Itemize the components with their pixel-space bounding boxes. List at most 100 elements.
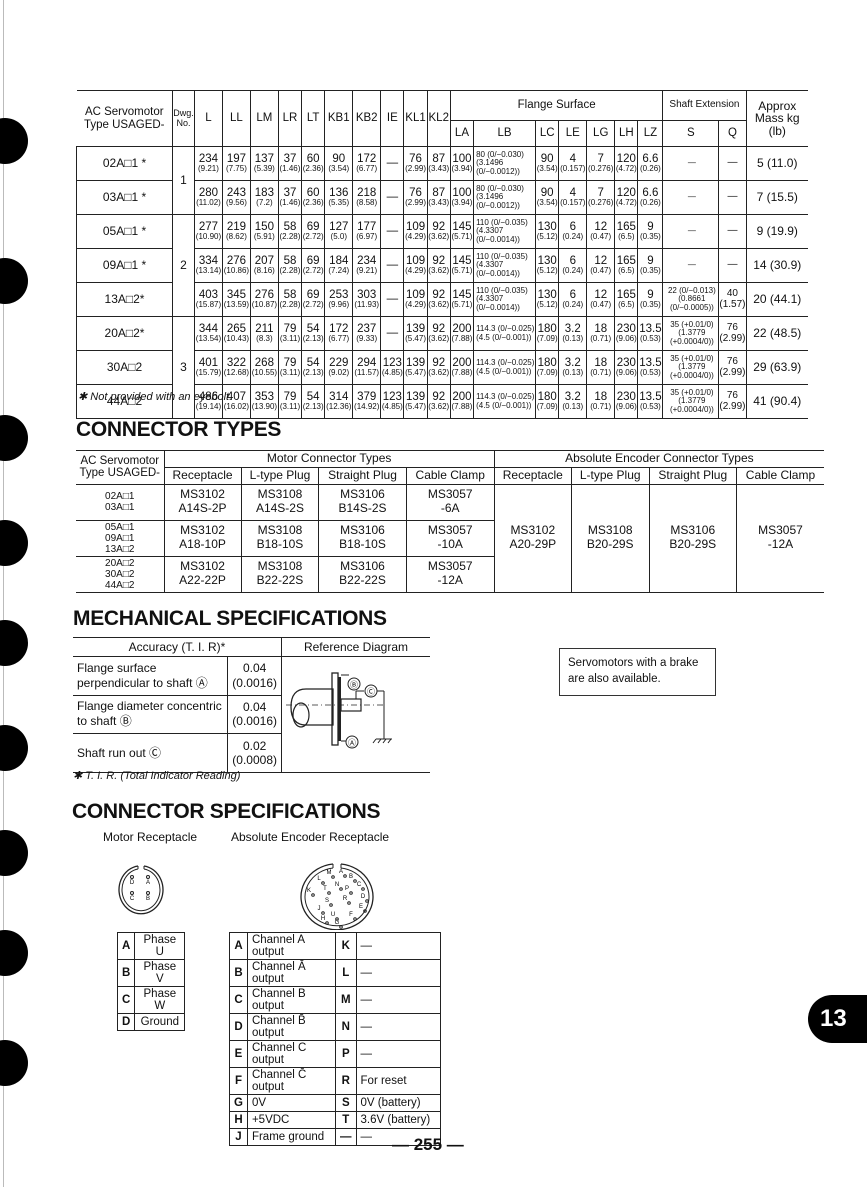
- pin-row: B Channel Ā output L —: [229, 959, 442, 987]
- dim-lb: 80 (0/−0.030) (3.1496 (0/−0.0012)): [473, 180, 537, 215]
- pin-signal: Channel B̄ output: [246, 1013, 337, 1041]
- connector-clamp: MS3057 -10A: [405, 519, 495, 557]
- motor-type: 09A□1: [105, 532, 135, 544]
- dim-lr: 79 (3.11): [277, 316, 303, 351]
- approx-mass: 9 (19.9): [745, 214, 808, 249]
- dim-lz: 13.5 (0.53): [637, 384, 664, 419]
- pin-hole-icon: [146, 875, 150, 879]
- col-header: LR: [277, 90, 303, 147]
- pin-hole-icon: [343, 874, 347, 878]
- dim-kb2: 172 (6.77): [352, 146, 382, 181]
- brake-note: Servomotors with a brake are also availa…: [559, 648, 716, 696]
- dim-kb2: 303 (11.93): [352, 282, 382, 317]
- dim-kl1: 139 (5.47): [403, 316, 428, 351]
- reference-diagram-header: Reference Diagram: [281, 637, 430, 657]
- pin-row: A Channel A output K —: [229, 932, 442, 960]
- motor-type: 44A□2: [105, 579, 135, 591]
- dim-lg: 7 (0.276): [586, 146, 616, 181]
- dim-lc: 130 (5.12): [535, 282, 560, 317]
- pin-hole-icon: [339, 887, 343, 891]
- pin-hole-icon: [311, 893, 315, 897]
- pin-letter: A: [229, 932, 248, 960]
- motor-type: 13A□2*: [76, 282, 173, 317]
- pin-hole-icon: [325, 921, 329, 925]
- pin-row: F Channel C̄ output R For reset: [229, 1067, 442, 1095]
- motor-type: 05A□1: [105, 521, 135, 533]
- dim-la: 200 (7.88): [449, 350, 475, 385]
- dim-lg: 12 (0.47): [586, 248, 616, 283]
- pin-row: D Ground: [116, 1013, 186, 1031]
- pin-hole-icon: [130, 875, 134, 879]
- col-header: LT: [301, 90, 326, 147]
- pin-hole-icon: [347, 901, 351, 905]
- dim-lr: 37 (1.46): [277, 146, 303, 181]
- pin-hole-icon: [130, 891, 134, 895]
- col-header: LG: [586, 120, 616, 147]
- pin-hole-icon: [339, 925, 343, 929]
- pin-signal: —: [355, 986, 442, 1014]
- pin-label: A: [339, 869, 343, 875]
- pin-signal: Channel A output: [246, 932, 337, 960]
- motor-receptacle-face-icon: D A C B: [118, 865, 164, 915]
- pin-signal: Frame ground: [246, 1128, 337, 1146]
- dim-s: —: [662, 146, 720, 181]
- dim-lm: 268 (10.55): [249, 350, 279, 385]
- dwg-number: 2: [172, 214, 195, 317]
- dim-lt: 54 (2.13): [301, 384, 326, 419]
- binder-hole-icon: [0, 725, 28, 771]
- diagram-label-a: Ⓐ: [348, 739, 356, 748]
- col-header: LM: [249, 90, 279, 147]
- motor-type: 02A□1 *: [76, 146, 173, 181]
- encoder-clamp: MS3057 -12A: [735, 483, 824, 593]
- connector-row: 02A□1 03A□1 MS3102 A14S-2P MS3108 A14S-2S MS31…: [76, 483, 824, 593]
- dim-kl2: 87 (3.43): [426, 180, 451, 215]
- flange-diagram-icon: Ⓑ Ⓒ Ⓐ: [286, 672, 392, 749]
- approx-mass: 41 (90.4): [745, 384, 808, 419]
- dim-ie: —: [380, 180, 405, 215]
- dim-lt: 60 (2.36): [301, 146, 326, 181]
- pin-hole-icon: [327, 891, 331, 895]
- pin-letter: B: [229, 959, 248, 987]
- dim-l: 277 (10.90): [194, 214, 223, 249]
- dim-kb2: 218 (8.58): [352, 180, 382, 215]
- col-header: Cable Clamp: [735, 466, 824, 485]
- encoder-receptacle-label: Absolute Encoder Receptacle: [231, 830, 390, 844]
- dim-kb2: 237 (9.33): [352, 316, 382, 351]
- dim-lz: 9 (0.35): [637, 214, 664, 249]
- dim-lm: 211 (8.3): [249, 316, 279, 351]
- dim-kb2: 294 (11.57): [352, 350, 382, 385]
- dim-l: 344 (13.54): [194, 316, 223, 351]
- approx-mass: 20 (44.1): [745, 282, 808, 317]
- col-header: LC: [535, 120, 560, 147]
- connector-ltype: MS3108 B22-22S: [240, 555, 320, 593]
- pin-letter: K: [335, 932, 357, 960]
- dim-kl1: 76 (2.99): [403, 180, 428, 215]
- motor-type: 02A□1: [105, 491, 135, 503]
- tir-footnote: ✱ T. I. R. (Total Indicator Reading): [73, 770, 241, 782]
- pin-row: A Phase U: [116, 932, 186, 960]
- pin-letter: N: [335, 1013, 357, 1041]
- approx-mass: 14 (30.9): [745, 248, 808, 283]
- dim-lc: 180 (7.09): [535, 350, 560, 385]
- eyebolt-footnote: ✱ Not provided with an eyebolt.: [78, 391, 233, 403]
- reference-diagram: Ⓑ Ⓒ Ⓐ: [281, 656, 430, 773]
- pin-letter: G: [229, 1094, 248, 1112]
- col-header: Receptacle: [163, 466, 242, 485]
- pin-letter: M: [335, 986, 357, 1014]
- connector-straight: MS3106 B22-22S: [318, 555, 407, 593]
- pin-label: F: [349, 912, 353, 918]
- col-header: LE: [558, 120, 588, 147]
- approx-mass: 29 (63.9): [745, 350, 808, 385]
- type-header: AC Servomotor Type USAGED-: [76, 450, 165, 485]
- diagram-label-c: Ⓒ: [367, 688, 375, 697]
- dim-lb: 110 (0/−0.035) (4.3307 (0/−0.0014)): [473, 282, 537, 317]
- dim-ie: —: [380, 316, 405, 351]
- dim-ll: 345 (13.59): [221, 282, 251, 317]
- dim-kl2: 92 (3.62): [426, 282, 451, 317]
- pin-signal: 0V: [246, 1094, 337, 1112]
- pin-label: B: [349, 874, 353, 880]
- dim-lr: 79 (3.11): [277, 350, 303, 385]
- pin-signal: Ground: [134, 1013, 186, 1031]
- dimension-row: 02A□1 * 1 234 (9.21) 197 (7.75) 137 (5.39) 37 (1.…: [76, 146, 808, 215]
- dim-lg: 12 (0.47): [586, 282, 616, 317]
